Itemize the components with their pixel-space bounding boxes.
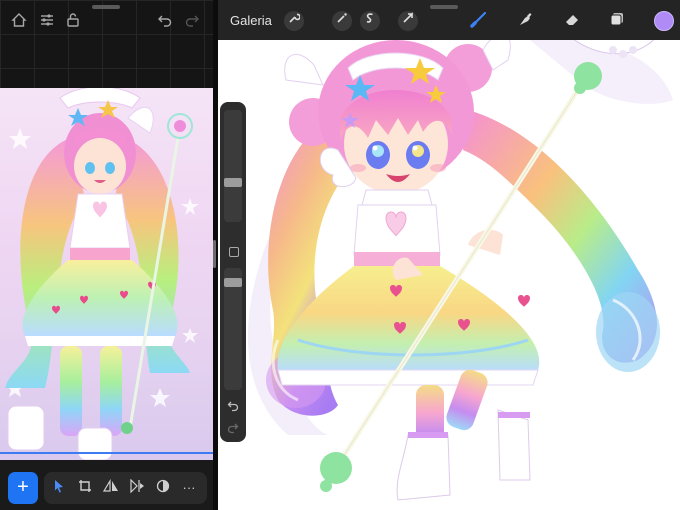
brush-opacity-knob[interactable] (224, 278, 242, 287)
unlock-icon[interactable] (64, 12, 82, 30)
brush-sidebar (220, 102, 246, 442)
eraser-icon[interactable] (561, 10, 583, 32)
multitasking-handle[interactable] (92, 5, 120, 9)
home-icon[interactable] (10, 12, 28, 30)
reference-image[interactable] (0, 88, 213, 460)
drawing-canvas[interactable] (218, 30, 680, 510)
more-icon[interactable]: ··· (180, 479, 198, 497)
multitasking-handle[interactable] (430, 5, 458, 9)
redo-icon[interactable] (183, 12, 201, 30)
flip-vertical-icon[interactable] (128, 478, 146, 497)
smudge-icon[interactable] (514, 10, 536, 32)
crop-icon[interactable] (76, 479, 94, 497)
selection-line (0, 452, 213, 454)
transform-icon[interactable] (398, 11, 418, 31)
brush-icon[interactable] (468, 10, 490, 32)
reference-app-pane: + ··· (0, 0, 213, 510)
flip-horizontal-icon[interactable] (102, 478, 120, 497)
layers-icon[interactable] (606, 10, 628, 32)
redo-icon[interactable] (226, 422, 240, 436)
magic-wand-icon[interactable] (332, 11, 352, 31)
select-icon[interactable] (50, 479, 68, 497)
undo-icon[interactable] (226, 400, 240, 414)
modify-button[interactable] (229, 247, 239, 257)
selection-icon[interactable] (360, 11, 380, 31)
split-view-grip[interactable] (213, 240, 216, 268)
sliders-icon[interactable] (38, 12, 56, 30)
color-picker-button[interactable] (654, 11, 674, 31)
brush-size-knob[interactable] (224, 178, 242, 187)
adjust-icon[interactable] (154, 479, 172, 497)
undo-icon[interactable] (156, 12, 174, 30)
procreate-pane: Galeria (218, 0, 680, 510)
wrench-icon[interactable] (284, 11, 304, 31)
image-toolbar: ··· (44, 472, 207, 504)
add-button[interactable]: + (8, 472, 38, 504)
gallery-button[interactable]: Galeria (230, 13, 272, 28)
brush-size-slider[interactable] (224, 110, 242, 222)
